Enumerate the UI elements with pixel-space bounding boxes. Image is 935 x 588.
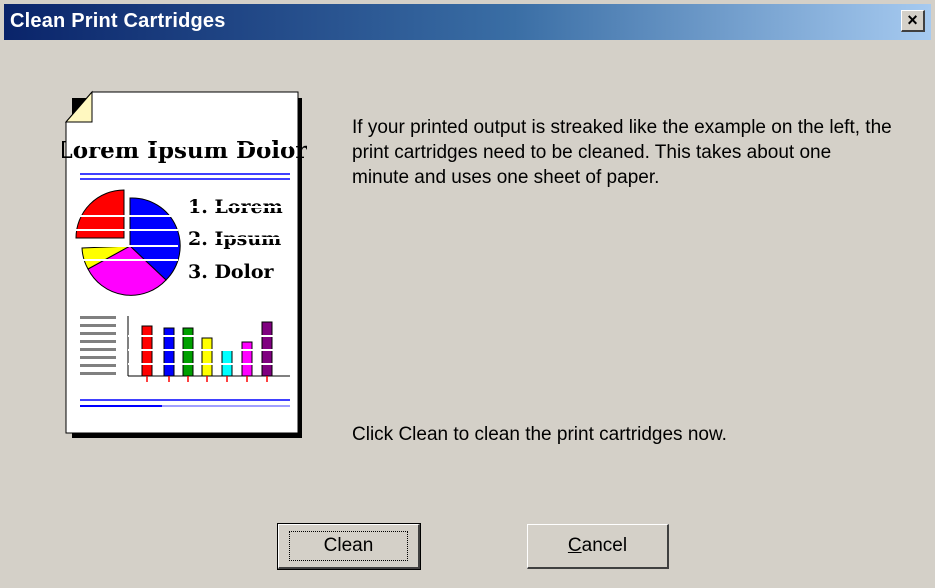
clean-button[interactable]: Clean <box>277 523 421 570</box>
sample-printout-illustration: Lorem Ipsum Dolor 1. Lorem 2. Ipsum 3. D… <box>62 90 307 438</box>
illustration-heading: Lorem Ipsum Dolor <box>62 137 307 164</box>
clean-button-label: Clean <box>288 531 409 561</box>
cancel-button-label: Cancel <box>567 535 628 556</box>
window-title: Clean Print Cartridges <box>10 10 226 32</box>
clean-print-cartridges-dialog: Clean Print Cartridges × Lorem Ipsum Dol… <box>0 0 935 588</box>
list-item-3: 3. Dolor <box>188 261 274 283</box>
cancel-button[interactable]: Cancel <box>527 524 669 569</box>
clean-instruction: Click Clean to clean the print cartridge… <box>352 424 727 445</box>
title-bar[interactable]: Clean Print Cartridges × <box>4 4 931 40</box>
dog-ear <box>64 90 93 123</box>
close-icon[interactable]: × <box>901 10 925 32</box>
streak-description: If your printed output is streaked like … <box>352 117 892 188</box>
